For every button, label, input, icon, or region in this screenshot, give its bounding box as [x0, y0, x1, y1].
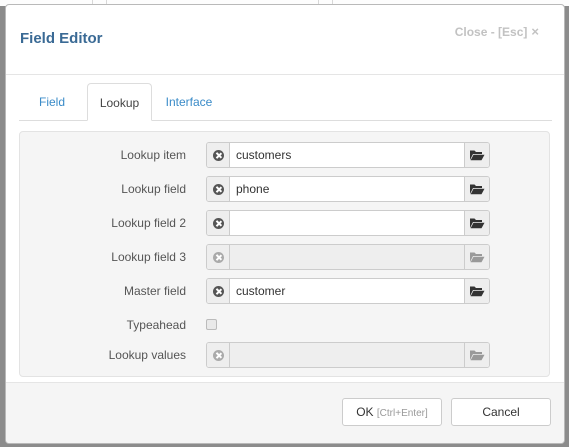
lookup-field-2-browse-button[interactable] — [464, 211, 489, 235]
clear-icon — [213, 150, 224, 161]
lookup-field-2-label: Lookup field 2 — [111, 216, 186, 230]
close-icon: × — [531, 24, 539, 39]
lookup-values-label: Lookup values — [108, 348, 186, 362]
lookup-field-3-clear-button — [207, 245, 230, 269]
folder-open-icon — [470, 218, 485, 229]
lookup-field-3-label: Lookup field 3 — [111, 250, 186, 264]
cancel-button[interactable]: Cancel — [451, 398, 551, 426]
master-field-input-group: customer — [206, 278, 490, 304]
field-editor-dialog: Field Editor Close - [Esc] × Field Lookup… — [5, 4, 565, 444]
lookup-item-row: Lookup item customers — [20, 142, 549, 168]
dialog-header: Field Editor Close - [Esc] × — [6, 5, 564, 75]
clear-icon — [213, 286, 224, 297]
close-label: Close - [Esc] — [454, 25, 528, 39]
lookup-item-browse-button[interactable] — [464, 143, 489, 167]
folder-open-icon — [470, 286, 485, 297]
lookup-values-row: Lookup values — [20, 342, 549, 368]
lookup-field-3-browse-button — [464, 245, 489, 269]
master-field-row: Master field customer — [20, 278, 549, 304]
lookup-item-clear-button[interactable] — [207, 143, 230, 167]
lookup-field-3-row: Lookup field 3 — [20, 244, 549, 270]
folder-open-icon — [470, 150, 485, 161]
lookup-field-2-input-group — [206, 210, 490, 236]
lookup-values-input-group — [206, 342, 490, 368]
lookup-field-2-clear-button[interactable] — [207, 211, 230, 235]
dialog-title: Field Editor — [20, 30, 103, 47]
lookup-field-3-input-group — [206, 244, 490, 270]
typeahead-label: Typeahead — [126, 318, 186, 332]
lookup-field-input[interactable]: phone — [230, 177, 464, 201]
ok-shortcut: [Ctrl+Enter] — [376, 408, 428, 419]
lookup-field-label: Lookup field — [121, 182, 186, 196]
lookup-item-label: Lookup item — [120, 148, 186, 162]
lookup-item-input-group: customers — [206, 142, 490, 168]
close-button[interactable]: Close - [Esc] × — [455, 24, 539, 39]
dialog-footer: OK [Ctrl+Enter] Cancel — [6, 382, 564, 443]
lookup-form: Lookup item customers Lookup field phone… — [19, 131, 550, 377]
lookup-values-browse-button — [464, 343, 489, 367]
tab-interface[interactable]: Interface — [155, 83, 223, 120]
tab-lookup[interactable]: Lookup — [87, 83, 152, 121]
lookup-field-row: Lookup field phone — [20, 176, 549, 202]
master-field-browse-button[interactable] — [464, 279, 489, 303]
lookup-field-browse-button[interactable] — [464, 177, 489, 201]
lookup-values-clear-button — [207, 343, 230, 367]
tab-field[interactable]: Field — [19, 83, 85, 120]
folder-open-icon — [470, 252, 485, 263]
master-field-input[interactable]: customer — [230, 279, 464, 303]
clear-icon — [213, 218, 224, 229]
lookup-field-input-group: phone — [206, 176, 490, 202]
clear-icon — [213, 252, 224, 263]
ok-button[interactable]: OK [Ctrl+Enter] — [342, 398, 442, 426]
ok-label: OK — [356, 405, 374, 419]
clear-icon — [213, 184, 224, 195]
tab-bar: Field Lookup Interface — [19, 83, 552, 121]
master-field-label: Master field — [123, 284, 186, 298]
lookup-field-clear-button[interactable] — [207, 177, 230, 201]
typeahead-row: Typeahead — [20, 312, 549, 338]
clear-icon — [213, 350, 224, 361]
master-field-clear-button[interactable] — [207, 279, 230, 303]
folder-open-icon — [470, 184, 485, 195]
lookup-field-3-input — [230, 245, 464, 269]
folder-open-icon — [470, 350, 485, 361]
typeahead-checkbox[interactable] — [206, 319, 217, 330]
lookup-field-2-row: Lookup field 2 — [20, 210, 549, 236]
lookup-field-2-input[interactable] — [230, 211, 464, 235]
lookup-values-input — [230, 343, 464, 367]
lookup-item-input[interactable]: customers — [230, 143, 464, 167]
